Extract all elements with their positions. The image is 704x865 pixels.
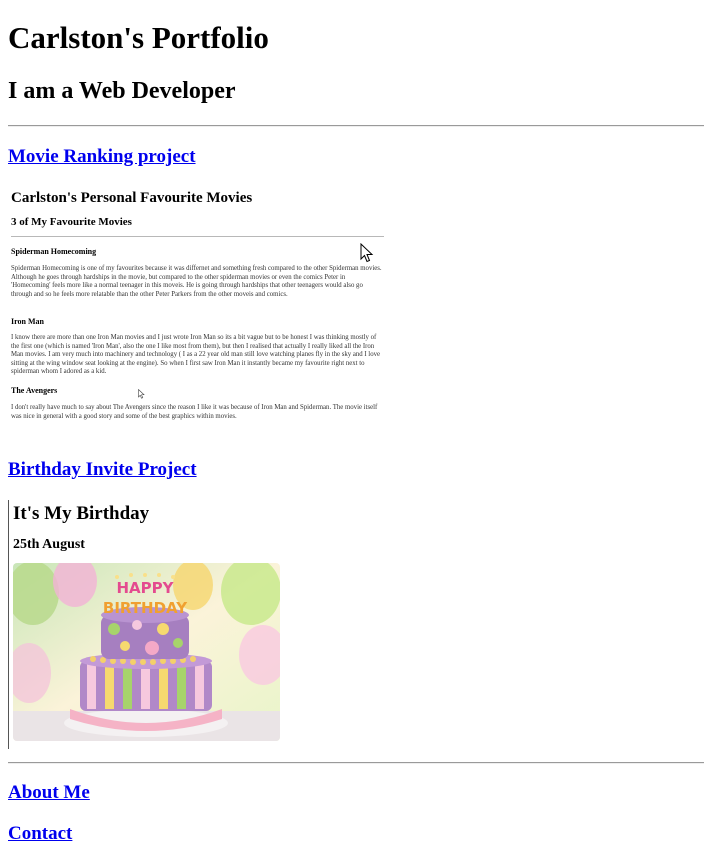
movie-name: Iron Man (11, 317, 44, 326)
about-me-link[interactable]: About Me (8, 782, 90, 804)
movie-preview-divider (11, 236, 384, 237)
divider-bottom (8, 762, 704, 764)
svg-text:HAPPY: HAPPY (116, 579, 174, 597)
movie-description: I don't really have much to say about Th… (11, 404, 378, 420)
svg-text:BIRTHDAY: BIRTHDAY (103, 599, 188, 617)
birthday-project-preview: It's My Birthday 25th August HAPPY BIRTH… (8, 500, 309, 749)
page-subtitle: I am a Web Developer (8, 78, 236, 104)
movie-description: Spiderman Homecoming is one of my favour… (11, 265, 382, 298)
birthday-project-link[interactable]: Birthday Invite Project (8, 459, 197, 481)
movie-project-preview: Carlston's Personal Favourite Movies 3 o… (8, 183, 386, 429)
movie-preview-title: Carlston's Personal Favourite Movies (11, 190, 253, 206)
contact-link[interactable]: Contact (8, 823, 72, 845)
mouse-cursor-icon (360, 243, 374, 263)
movie-project-link[interactable]: Movie Ranking project (8, 146, 196, 168)
birthday-cake-image: HAPPY BIRTHDAY (13, 563, 280, 741)
movie-name: The Avengers (11, 386, 58, 395)
page-title: Carlston's Portfolio (8, 20, 269, 55)
birthday-date: 25th August (13, 537, 85, 552)
movie-name: Spiderman Homecoming (11, 247, 97, 256)
movie-description: I know there are more than one Iron Man … (11, 334, 381, 375)
divider-top (8, 125, 704, 127)
movie-preview-subtitle: 3 of My Favourite Movies (11, 216, 132, 228)
birthday-heading: It's My Birthday (13, 503, 150, 524)
small-cursor-icon (138, 389, 145, 399)
